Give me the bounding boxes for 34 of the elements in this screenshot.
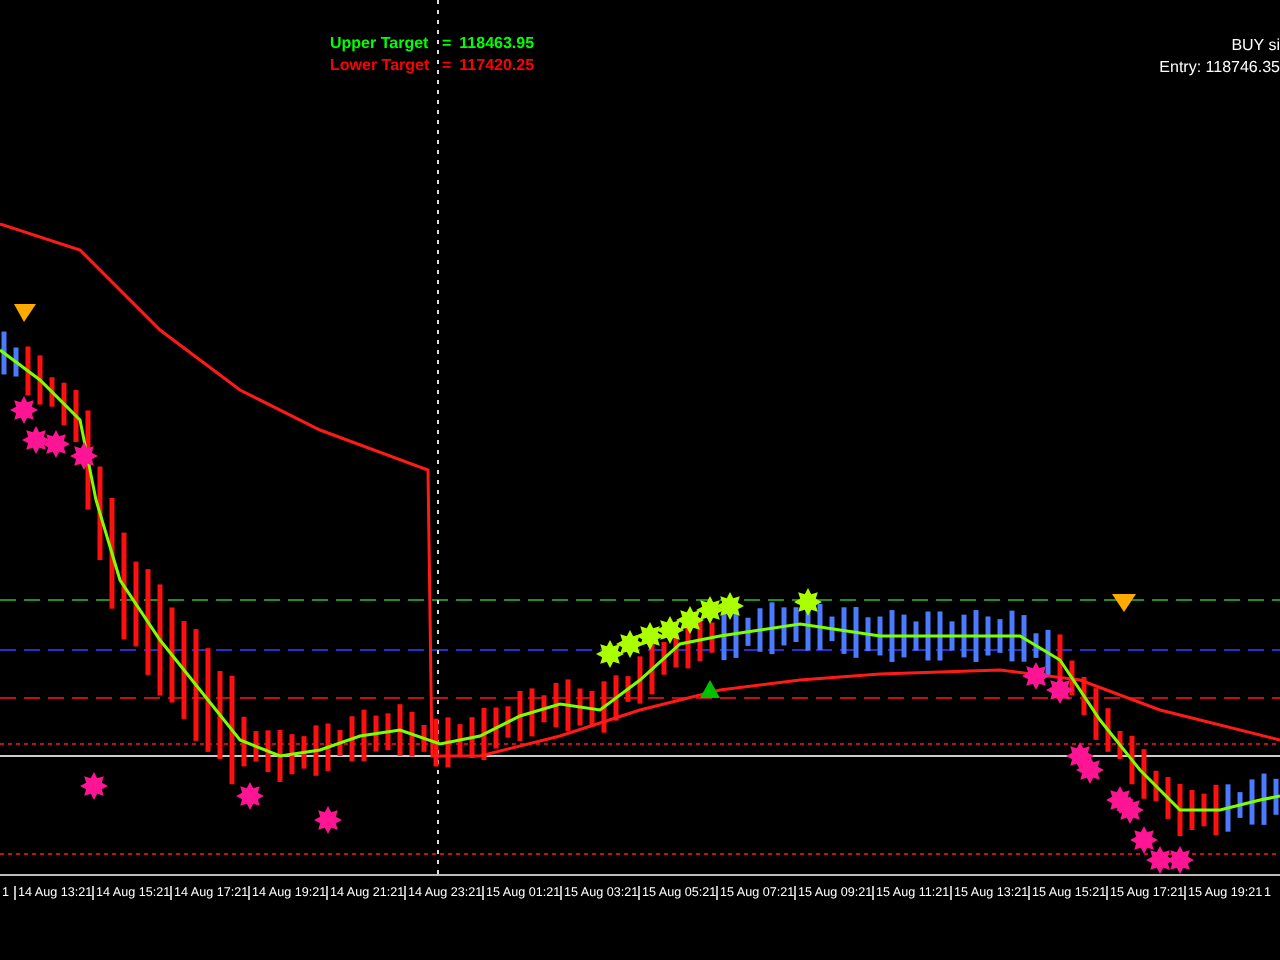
star-marker xyxy=(1116,796,1144,824)
target-label: Upper Target xyxy=(330,34,431,52)
target-label: Lower Target xyxy=(330,56,432,74)
down-arrow-icon xyxy=(1112,594,1136,612)
star-marker xyxy=(794,588,822,616)
signal-text: BUY si xyxy=(1231,36,1280,54)
star-marker xyxy=(1076,756,1104,784)
star-marker xyxy=(70,442,98,470)
up-arrow-icon xyxy=(700,680,720,698)
star-marker xyxy=(696,596,724,624)
star-marker xyxy=(596,640,624,668)
target-value: 117420.25 xyxy=(459,56,535,74)
star-marker xyxy=(42,430,70,458)
star-marker xyxy=(1166,846,1194,874)
star-marker xyxy=(236,782,264,810)
equals-sign: = xyxy=(442,34,452,52)
star-marker xyxy=(1130,826,1158,854)
star-marker xyxy=(636,622,664,650)
star-marker xyxy=(10,396,38,424)
down-arrow-icon xyxy=(14,304,36,322)
star-marker xyxy=(616,630,644,658)
star-marker xyxy=(22,426,50,454)
target-value: 118463.95 xyxy=(459,34,535,52)
star-marker xyxy=(1022,662,1050,690)
entry-price: Entry: 118746.35 xyxy=(1159,58,1280,76)
star-marker xyxy=(1046,676,1074,704)
star-marker xyxy=(80,772,108,800)
star-marker xyxy=(1146,846,1174,874)
star-marker xyxy=(676,606,704,634)
star-marker xyxy=(314,806,342,834)
star-marker xyxy=(716,592,744,620)
equals-sign: = xyxy=(442,56,452,74)
star-marker xyxy=(1066,742,1094,770)
star-marker xyxy=(656,616,684,644)
